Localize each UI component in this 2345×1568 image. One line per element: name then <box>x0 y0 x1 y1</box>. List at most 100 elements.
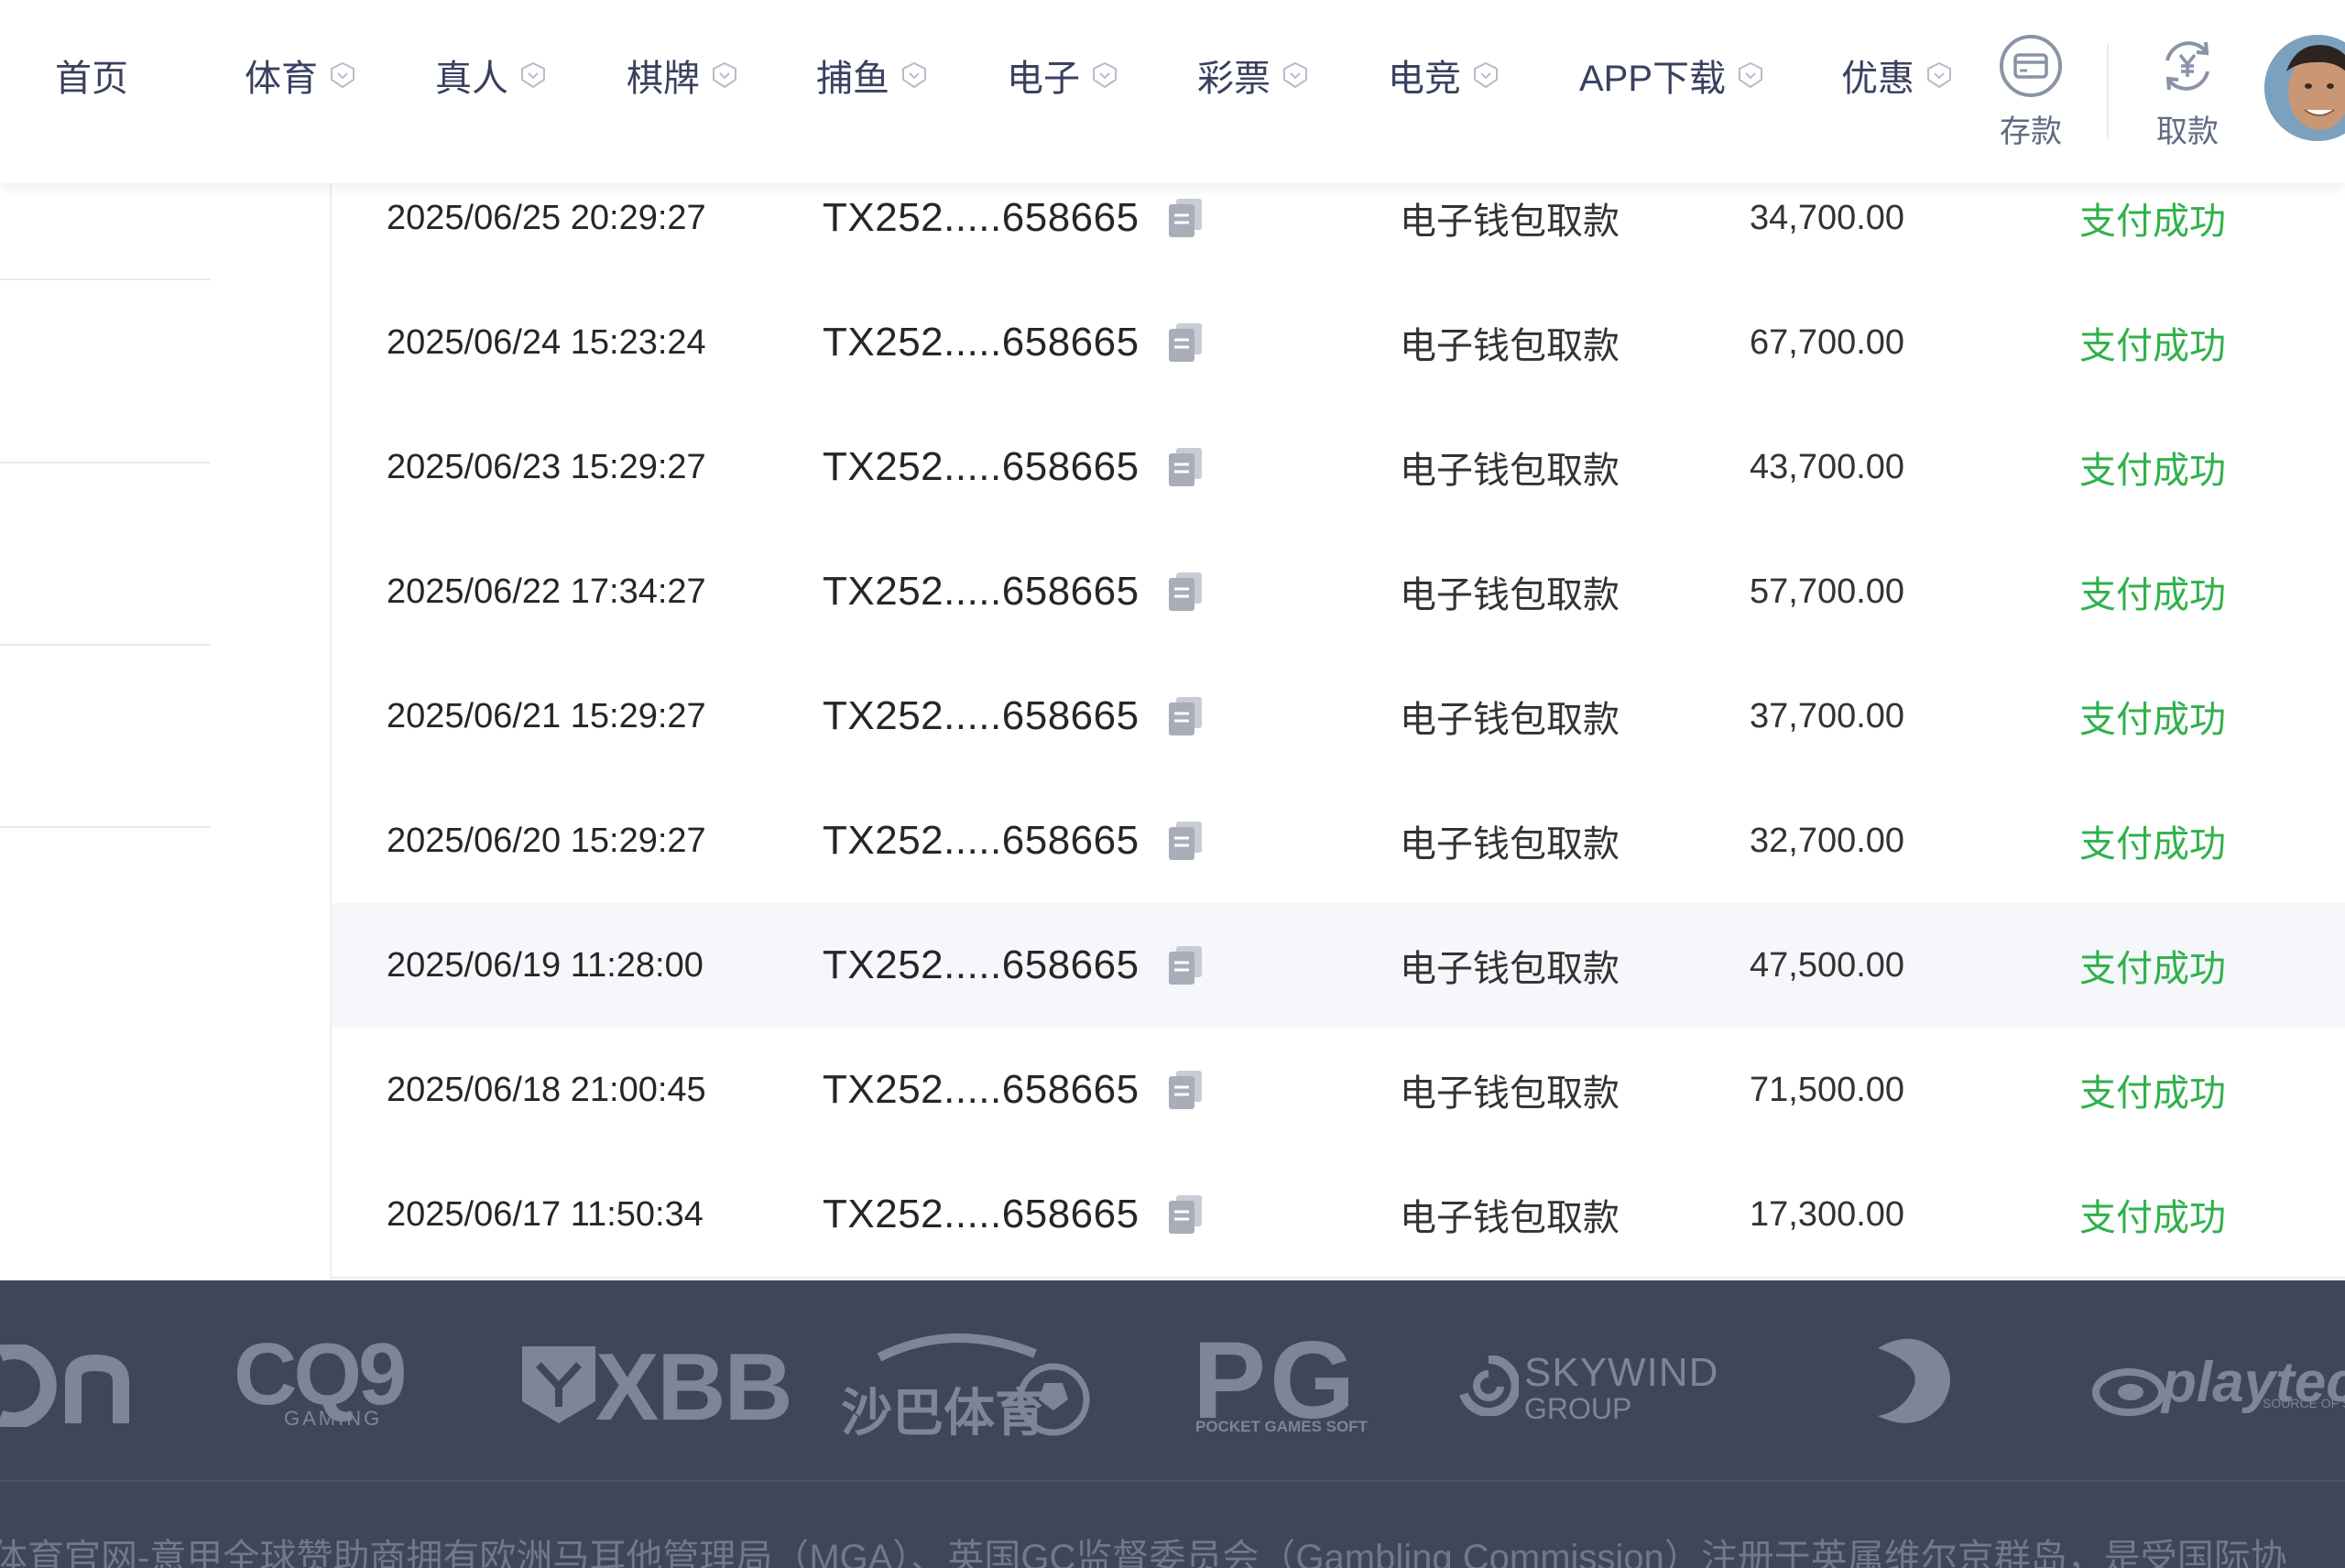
copy-icon[interactable] <box>1169 1152 1205 1277</box>
transaction-type: 电子钱包取款 <box>1400 451 1620 491</box>
xbb-shield-icon <box>522 1346 595 1423</box>
record-time: 2025/06/23 15:29:27 <box>387 447 706 486</box>
chevron-down-icon <box>1739 61 1763 89</box>
chevron-down-icon <box>713 61 736 89</box>
nav-home[interactable]: 首页 <box>55 48 128 103</box>
table-row: 2025/06/24 15:23:24 TX252.....658665 电子钱… <box>332 280 2345 407</box>
nav-cards-label: 棋牌 <box>627 59 700 99</box>
amount: 47,500.00 <box>1750 945 1905 985</box>
nav-fishing[interactable]: 捕鱼 <box>816 48 928 103</box>
cq9-logo-subtitle: GAMING <box>284 1407 383 1430</box>
nav-slots-label: 电子 <box>1007 59 1080 99</box>
copy-icon[interactable] <box>1169 1028 1205 1152</box>
yuan-exchange-icon <box>2165 41 2209 91</box>
order-id: TX252.....658665 <box>823 569 1140 614</box>
account-sidebar <box>0 183 330 1280</box>
nav-cards[interactable]: 棋牌 <box>627 48 738 103</box>
nav-live-casino[interactable]: 真人 <box>435 48 547 103</box>
playtech-logo-subtitle: SOURCE OF SUCCESS <box>2263 1396 2345 1410</box>
table-row: 2025/06/21 15:29:27 TX252.....658665 电子钱… <box>332 654 2345 780</box>
copy-icon[interactable] <box>1169 529 1205 654</box>
record-time: 2025/06/18 21:00:45 <box>387 1070 706 1109</box>
transaction-type: 电子钱包取款 <box>1400 575 1620 615</box>
amount: 32,700.00 <box>1750 821 1905 860</box>
amount: 37,700.00 <box>1750 696 1905 735</box>
table-row: 2025/06/17 11:50:34 TX252.....658665 电子钱… <box>332 1152 2345 1279</box>
record-time: 2025/06/24 15:23:24 <box>387 322 706 362</box>
deposit-label: 存款 <box>2000 114 2062 149</box>
table-row: 2025/06/23 15:29:27 TX252.....658665 电子钱… <box>332 405 2345 531</box>
chevron-down-icon <box>1474 61 1498 89</box>
amount: 67,700.00 <box>1750 322 1905 362</box>
status-badge: 支付成功 <box>2079 1198 2226 1238</box>
copy-icon[interactable] <box>1169 280 1205 405</box>
order-id: TX252.....658665 <box>823 693 1140 738</box>
sidebar-divider <box>0 826 211 828</box>
copy-icon[interactable] <box>1169 654 1205 779</box>
transaction-type: 电子钱包取款 <box>1400 1073 1620 1114</box>
saba-ball-icon <box>877 1334 1090 1436</box>
transaction-type: 电子钱包取款 <box>1400 326 1620 366</box>
nav-slots[interactable]: 电子 <box>1007 48 1118 103</box>
transaction-type: 电子钱包取款 <box>1400 949 1620 989</box>
copy-icon[interactable] <box>1169 903 1205 1028</box>
amount: 57,700.00 <box>1750 572 1905 611</box>
provider-logos-strip: CQ9 GAMING XBB 沙巴体育 PG POCKET GAMES SOFT… <box>0 1280 2345 1480</box>
chevron-down-icon <box>1093 61 1117 89</box>
skywind-logo: SKYWIND <box>1524 1350 1719 1395</box>
card-icon <box>2000 35 2062 97</box>
order-id: TX252.....658665 <box>823 320 1140 365</box>
record-time: 2025/06/22 17:34:27 <box>387 572 706 611</box>
status-badge: 支付成功 <box>2079 575 2226 615</box>
sidebar-divider <box>0 644 211 646</box>
nav-promotions[interactable]: 优惠 <box>1841 48 1953 103</box>
status-badge: 支付成功 <box>2079 700 2226 740</box>
avatar[interactable] <box>2264 35 2345 141</box>
status-badge: 支付成功 <box>2079 824 2226 865</box>
nav-esports-label: 电竞 <box>1388 59 1461 99</box>
nav-app-download[interactable]: APP下载 <box>1579 48 1764 103</box>
status-badge: 支付成功 <box>2079 949 2226 989</box>
nav-lottery-label: 彩票 <box>1197 59 1271 99</box>
status-badge: 支付成功 <box>2079 326 2226 366</box>
copy-icon[interactable] <box>1169 779 1205 903</box>
top-navigation-bar: 首页 体育 真人 棋牌 捕鱼 电子 彩票 电竞 APP下载 优惠 存款 取款 <box>0 0 2345 183</box>
chevron-down-icon <box>902 61 926 89</box>
order-id: TX252.....658665 <box>823 1067 1140 1112</box>
table-row: 2025/06/20 15:29:27 TX252.....658665 电子钱… <box>332 779 2345 905</box>
table-row: 2025/06/18 21:00:45 TX252.....658665 电子钱… <box>332 1028 2345 1154</box>
transaction-type: 电子钱包取款 <box>1400 1198 1620 1238</box>
nav-live-casino-label: 真人 <box>435 59 508 99</box>
chevron-down-icon <box>1927 61 1951 89</box>
footer-disclaimer-bar: 体育官网-意甲全球赞助商拥有欧洲马耳他管理局（MGA）、英国GC监督委员会（Ga… <box>0 1482 2345 1568</box>
chevron-down-icon <box>521 61 545 89</box>
status-badge: 支付成功 <box>2079 451 2226 491</box>
footer-disclaimer: 体育官网-意甲全球赞助商拥有欧洲马耳他管理局（MGA）、英国GC监督委员会（Ga… <box>0 1538 2287 1568</box>
playtech-swirl-icon <box>2092 1368 2165 1416</box>
nav-lottery[interactable]: 彩票 <box>1197 48 1309 103</box>
deposit-button[interactable]: 存款 <box>1976 33 2086 151</box>
sidebar-divider <box>0 462 211 463</box>
copy-icon[interactable] <box>1169 405 1205 529</box>
nav-app-download-label: APP下载 <box>1579 59 1727 99</box>
withdraw-label: 取款 <box>2156 114 2219 149</box>
record-time: 2025/06/21 15:29:27 <box>387 696 706 735</box>
record-time: 2025/06/17 11:50:34 <box>387 1194 704 1234</box>
withdraw-button[interactable]: 取款 <box>2132 33 2242 151</box>
status-badge: 支付成功 <box>2079 1073 2226 1114</box>
nav-sports[interactable]: 体育 <box>245 48 356 103</box>
nav-esports[interactable]: 电竞 <box>1388 48 1500 103</box>
sidebar-divider <box>0 278 211 280</box>
nav-promotions-label: 优惠 <box>1841 59 1914 99</box>
pg-logo-subtitle: POCKET GAMES SOFT <box>1195 1418 1368 1435</box>
skywind-swirl-icon <box>1459 1356 1519 1416</box>
xbb-logo: XBB <box>595 1334 793 1441</box>
table-row: 2025/06/19 11:28:00 TX252.....658665 电子钱… <box>332 903 2345 1029</box>
nav-sports-label: 体育 <box>245 59 318 99</box>
order-id: TX252.....658665 <box>823 444 1140 489</box>
record-time: 2025/06/20 15:29:27 <box>387 821 706 860</box>
transaction-type: 电子钱包取款 <box>1400 824 1620 865</box>
table-row: 2025/06/22 17:34:27 TX252.....658665 电子钱… <box>332 529 2345 656</box>
chevron-down-icon <box>331 61 354 89</box>
header-divider <box>2107 44 2109 139</box>
